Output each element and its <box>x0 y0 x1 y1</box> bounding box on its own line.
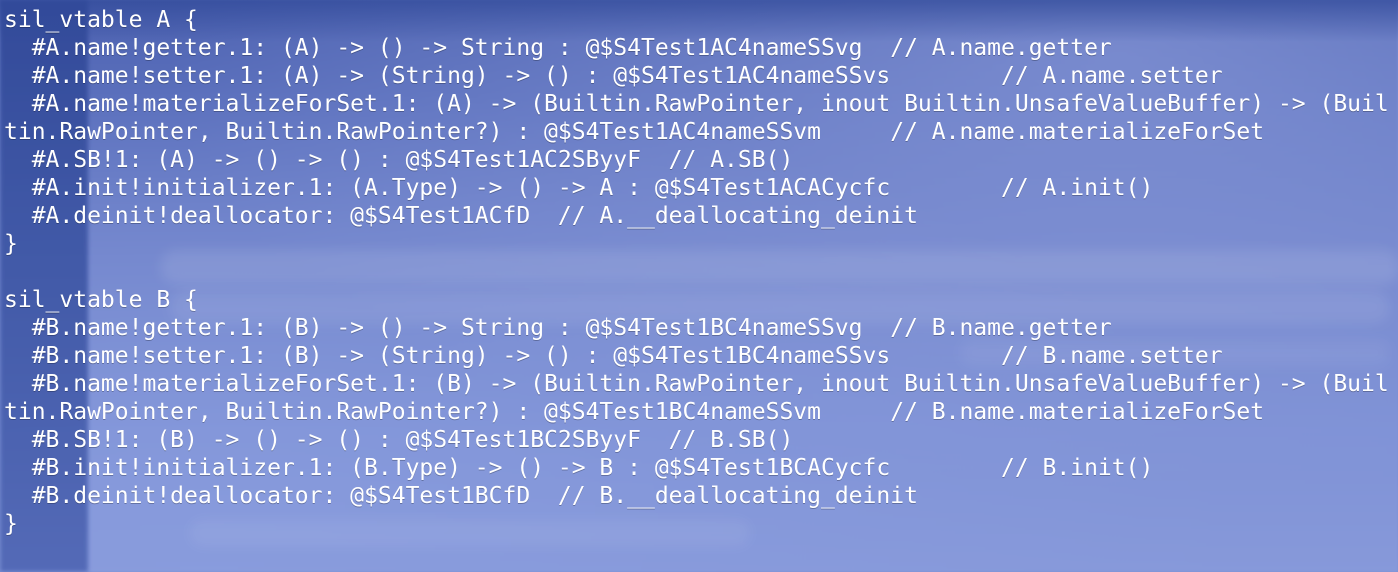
code-screenshot: { "code": { "lines": [ "sil_vtable A {",… <box>0 0 1398 572</box>
code-line: tin.RawPointer, Builtin.RawPointer?) : @… <box>4 399 1265 425</box>
code-line: #A.init!initializer.1: (A.Type) -> () ->… <box>4 175 1154 201</box>
code-line: #B.name!setter.1: (B) -> (String) -> () … <box>4 343 1223 369</box>
code-line: } <box>4 511 18 537</box>
code-line: #B.name!getter.1: (B) -> () -> String : … <box>4 315 1112 341</box>
code-block: sil_vtable A { #A.name!getter.1: (A) -> … <box>4 6 1398 572</box>
code-line: tin.RawPointer, Builtin.RawPointer?) : @… <box>4 119 1265 145</box>
code-line: #A.name!materializeForSet.1: (A) -> (Bui… <box>4 91 1389 117</box>
code-line: #A.SB!1: (A) -> () -> () : @$S4Test1AC2S… <box>4 147 794 173</box>
code-line: #B.init!initializer.1: (B.Type) -> () ->… <box>4 455 1154 481</box>
code-line: sil_vtable A { <box>4 7 198 33</box>
code-line: #A.deinit!deallocator: @$S4Test1ACfD // … <box>4 203 918 229</box>
code-line: #B.deinit!deallocator: @$S4Test1BCfD // … <box>4 483 918 509</box>
code-line: sil_vtable B { <box>4 287 198 313</box>
code-line: #A.name!setter.1: (A) -> (String) -> () … <box>4 63 1223 89</box>
code-line: #B.name!materializeForSet.1: (B) -> (Bui… <box>4 371 1389 397</box>
code-line: } <box>4 231 18 257</box>
code-line: #A.name!getter.1: (A) -> () -> String : … <box>4 35 1112 61</box>
code-line: #B.SB!1: (B) -> () -> () : @$S4Test1BC2S… <box>4 427 794 453</box>
